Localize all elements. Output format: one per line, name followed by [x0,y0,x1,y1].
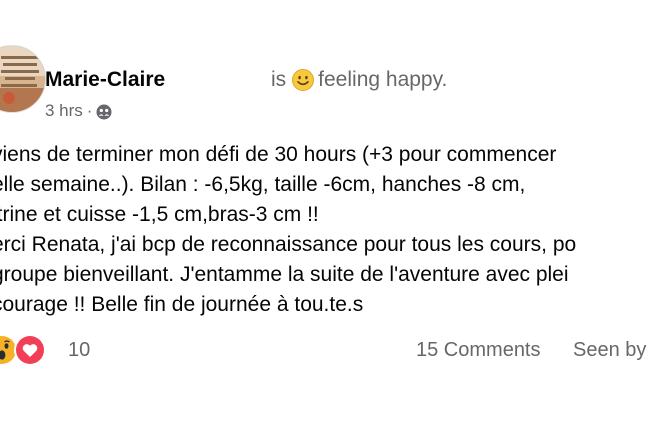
facebook-post: Marie-Claire is feeling happy. 3 hrs · v… [0,0,650,427]
seen-by-link[interactable]: Seen by [573,336,646,364]
friends-icon[interactable] [96,103,112,120]
comments-count-link[interactable]: 15 Comments [416,336,541,364]
feeling-text: feeling happy. [318,68,448,91]
post-body-line: groupe bienveillant. J'entamme la suite … [0,263,569,286]
feeling-prefix: is [271,68,287,91]
post-body: viens de terminer mon défi de 30 hours (… [0,140,650,320]
feeling-status: is feeling happy. [271,66,447,94]
post-body-line: courage !! Belle fin de journée à tou.te… [0,293,364,316]
meta-separator: · [86,101,93,120]
author-name[interactable]: Marie-Claire [45,66,165,94]
post-body-line: itrine et cuisse -1,5 cm,bras-3 cm !! [0,203,319,226]
post-body-line: erci Renata, j'ai bcp de reconnaissance … [0,233,577,256]
reaction-count: 10 [68,338,91,361]
reactions-summary[interactable]: 10 [0,334,91,366]
smiley-icon [292,69,315,91]
post-body-line: elle semaine..). Bilan : -6,5kg, taille … [0,173,526,196]
post-body-line: viens de terminer mon défi de 30 hours (… [0,143,557,166]
post-timestamp[interactable]: 3 hrs [45,99,83,123]
post-meta: 3 hrs · [45,99,112,123]
love-icon [14,334,46,366]
author-avatar[interactable] [0,45,46,113]
